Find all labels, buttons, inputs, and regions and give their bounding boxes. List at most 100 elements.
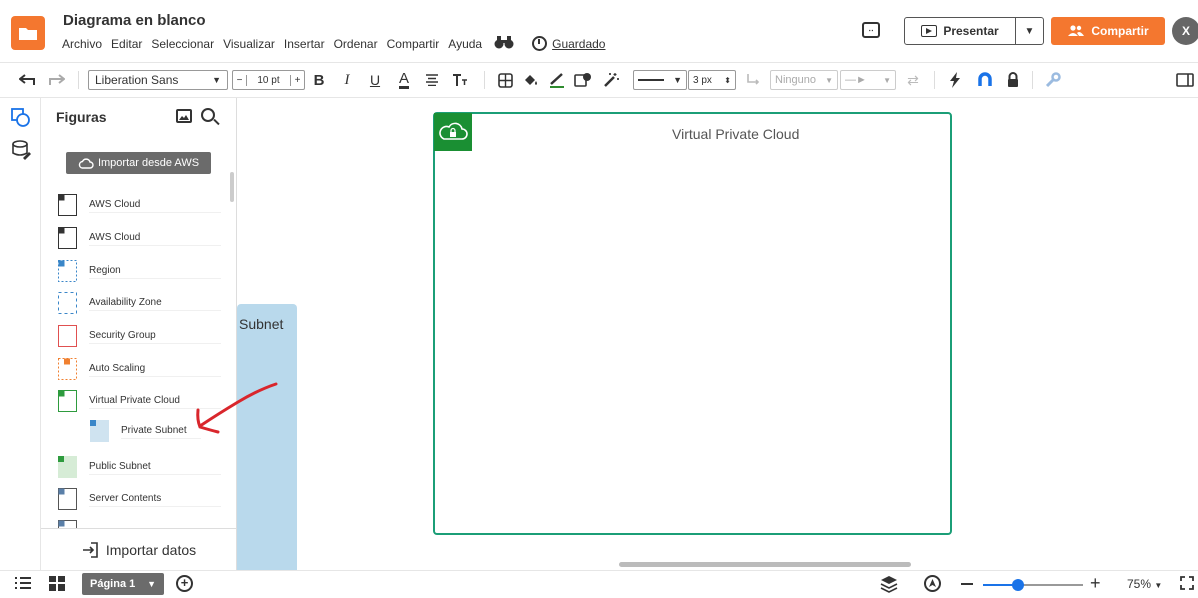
cloud-icon bbox=[78, 157, 94, 169]
shape-availability-zone[interactable]: Availability Zone bbox=[58, 290, 221, 316]
shape-label: Region bbox=[89, 263, 221, 279]
zoom-select[interactable]: 75% ▼ bbox=[1127, 577, 1162, 591]
annotation-arrow bbox=[196, 382, 278, 434]
font-size-decrease[interactable]: − bbox=[233, 74, 247, 86]
list-icon[interactable] bbox=[14, 576, 32, 595]
shape-public-subnet[interactable]: Public Subnet bbox=[58, 454, 221, 480]
saved-status[interactable]: Guardado bbox=[532, 36, 605, 51]
import-data-label: Importar datos bbox=[105, 541, 197, 558]
table-icon[interactable] bbox=[494, 63, 516, 97]
magic-wand-icon[interactable] bbox=[600, 63, 622, 97]
shapes-icon[interactable] bbox=[11, 108, 31, 128]
line-style-select[interactable]: ▼ bbox=[633, 70, 687, 90]
search-icon[interactable] bbox=[201, 108, 215, 122]
shape-aws-cloud[interactable]: AWS Cloud bbox=[58, 192, 221, 218]
chevron-down-icon[interactable]: ▼ bbox=[147, 579, 156, 589]
shape-label: Security Group bbox=[89, 328, 221, 344]
text-color-value: A bbox=[398, 69, 409, 89]
lock-icon[interactable] bbox=[1002, 63, 1024, 97]
font-family-value: Liberation Sans bbox=[95, 73, 179, 87]
present-dropdown-icon[interactable]: ▼ bbox=[1016, 26, 1043, 37]
text-color-button[interactable]: A bbox=[394, 63, 414, 97]
connector-icon[interactable] bbox=[742, 63, 764, 97]
canvas-horizontal-scrollbar[interactable] bbox=[619, 562, 911, 567]
menu-ayuda[interactable]: Ayuda bbox=[448, 37, 482, 51]
menu-archivo[interactable]: Archivo bbox=[62, 37, 102, 51]
font-size-value[interactable]: 10 pt bbox=[247, 75, 290, 86]
chevron-down-icon: ▼ bbox=[883, 75, 891, 85]
shape-label: AWS Cloud bbox=[89, 197, 221, 213]
redo-icon[interactable] bbox=[46, 63, 68, 97]
layers-icon[interactable] bbox=[880, 575, 898, 598]
shape-partial[interactable] bbox=[58, 518, 77, 528]
user-avatar[interactable]: X bbox=[1172, 17, 1198, 45]
line-color-icon[interactable] bbox=[546, 63, 568, 97]
text-format-icon[interactable] bbox=[450, 63, 470, 97]
menu-visualizar[interactable]: Visualizar bbox=[223, 37, 275, 51]
security-group-shape-icon bbox=[58, 325, 77, 347]
vpc-title[interactable]: Virtual Private Cloud bbox=[672, 126, 799, 142]
menu-ordenar[interactable]: Ordenar bbox=[334, 37, 378, 51]
vpc-container-shape[interactable]: Virtual Private Cloud bbox=[433, 112, 952, 535]
shape-server-contents[interactable]: Server Contents bbox=[58, 486, 221, 512]
present-button[interactable]: Presentar bbox=[905, 18, 1016, 44]
line-width-value: 3 px bbox=[693, 74, 712, 86]
availability-zone-shape-icon bbox=[58, 292, 77, 314]
fullscreen-icon[interactable] bbox=[1180, 576, 1194, 595]
bold-button[interactable]: B bbox=[310, 63, 328, 97]
share-button[interactable]: Compartir bbox=[1051, 17, 1165, 45]
page-tab[interactable]: Página 1 ▼ bbox=[82, 573, 164, 595]
import-data-button[interactable]: Importar datos bbox=[41, 528, 237, 570]
add-page-icon[interactable]: + bbox=[176, 575, 193, 592]
shape-security-group[interactable]: Security Group bbox=[58, 323, 221, 349]
image-icon[interactable] bbox=[176, 109, 192, 123]
font-size-increase[interactable]: + bbox=[290, 74, 304, 86]
app-logo[interactable] bbox=[11, 16, 45, 50]
align-icon[interactable] bbox=[422, 63, 442, 97]
diagram-canvas[interactable]: Subnet Virtual Private Cloud bbox=[237, 98, 1198, 570]
zoom-out-button[interactable] bbox=[961, 583, 973, 585]
grid-icon[interactable] bbox=[49, 576, 65, 596]
font-size-stepper[interactable]: − 10 pt + bbox=[232, 70, 305, 90]
lightning-icon[interactable] bbox=[944, 63, 966, 97]
share-label: Compartir bbox=[1091, 24, 1149, 38]
fill-color-icon[interactable] bbox=[520, 63, 542, 97]
shape-label: Availability Zone bbox=[89, 295, 221, 311]
feedback-icon[interactable]: ‥ bbox=[862, 22, 880, 38]
import-icon bbox=[82, 541, 98, 558]
line-start-select[interactable]: Ninguno ▼ bbox=[770, 70, 838, 90]
menu-editar[interactable]: Editar bbox=[111, 37, 142, 51]
italic-button[interactable]: I bbox=[338, 63, 356, 97]
panel-toggle-icon[interactable] bbox=[1174, 63, 1196, 97]
data-icon[interactable] bbox=[11, 140, 31, 160]
bottom-bar: Página 1 ▼ + + 75% ▼ bbox=[0, 570, 1198, 596]
shape-label: Public Subnet bbox=[89, 459, 221, 475]
style-icon[interactable] bbox=[572, 63, 594, 97]
chevron-down-icon: ▼ bbox=[212, 75, 221, 85]
shape-region[interactable]: Region bbox=[58, 258, 221, 284]
shape-auto-scaling[interactable]: Auto Scaling bbox=[58, 356, 221, 382]
line-width-select[interactable]: 3 px ⬍ bbox=[688, 70, 736, 90]
zoom-in-button[interactable]: + bbox=[1090, 573, 1101, 594]
shape-list: AWS Cloud AWS Cloud Region Availability … bbox=[41, 192, 231, 528]
shape-private-subnet[interactable]: Private Subnet bbox=[90, 418, 201, 444]
line-end-select[interactable]: —► ▼ bbox=[840, 70, 896, 90]
document-title[interactable]: Diagrama en blanco bbox=[63, 12, 206, 29]
navigate-icon[interactable] bbox=[924, 575, 941, 592]
undo-icon[interactable] bbox=[16, 63, 38, 97]
font-family-select[interactable]: Liberation Sans ▼ bbox=[88, 70, 228, 90]
swap-icon[interactable]: ⇄ bbox=[902, 63, 924, 97]
shape-aws-cloud[interactable]: AWS Cloud bbox=[58, 225, 221, 251]
binoculars-icon[interactable] bbox=[494, 35, 514, 52]
import-from-aws-label: Importar desde AWS bbox=[97, 157, 200, 169]
menu-compartir[interactable]: Compartir bbox=[387, 37, 440, 51]
import-from-aws-button[interactable]: Importar desde AWS bbox=[66, 152, 211, 174]
line-start-value: Ninguno bbox=[775, 74, 816, 86]
wrench-icon[interactable] bbox=[1042, 63, 1064, 97]
menu-insertar[interactable]: Insertar bbox=[284, 37, 325, 51]
menu-seleccionar[interactable]: Seleccionar bbox=[151, 37, 214, 51]
underline-button[interactable]: U bbox=[366, 63, 384, 97]
chevron-down-icon: ▼ bbox=[673, 75, 682, 85]
zoom-slider-handle[interactable] bbox=[1012, 579, 1024, 591]
magnet-icon[interactable] bbox=[974, 63, 996, 97]
